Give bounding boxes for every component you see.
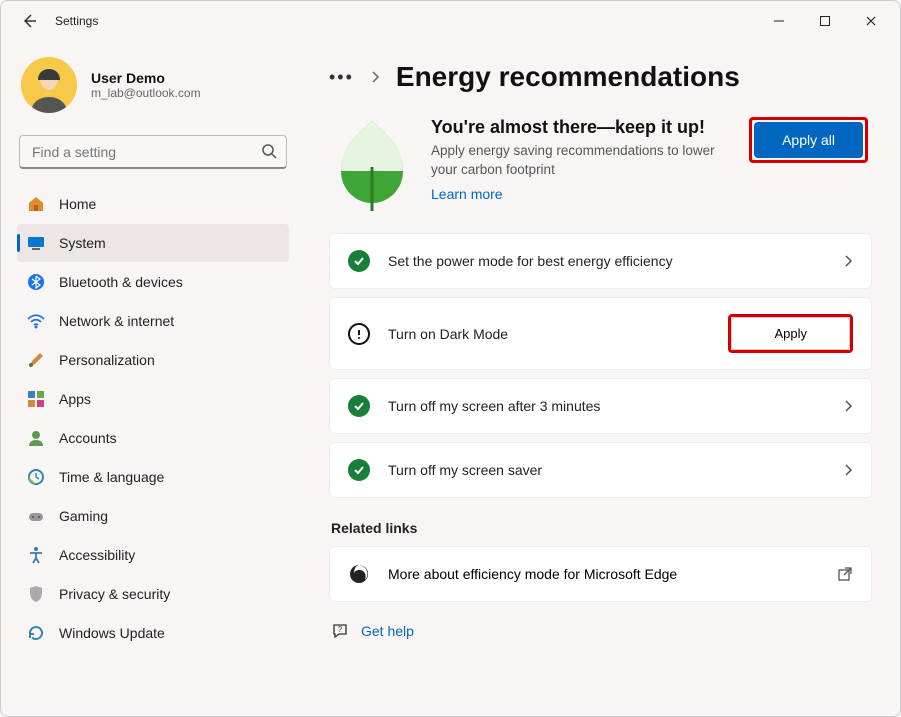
apply-button[interactable]: Apply: [731, 317, 850, 350]
hero-heading: You're almost there—keep it up!: [431, 117, 721, 138]
recommendation-card[interactable]: Set the power mode for best energy effic…: [329, 233, 872, 289]
nav-label: Apps: [59, 391, 91, 407]
hero-banner: You're almost there—keep it up! Apply en…: [329, 107, 872, 233]
clock-icon: [27, 468, 45, 486]
window-title: Settings: [55, 14, 98, 28]
sidebar-item-bluetooth[interactable]: Bluetooth & devices: [17, 263, 289, 301]
sidebar-item-gaming[interactable]: Gaming: [17, 497, 289, 535]
help-icon: ?: [331, 622, 349, 640]
nav-label: Accessibility: [59, 547, 135, 563]
sidebar: User Demo m_lab@outlook.com Home System …: [1, 41, 301, 716]
recommendation-text: Set the power mode for best energy effic…: [388, 253, 825, 269]
recommendation-card: Turn on Dark Mode Apply: [329, 297, 872, 370]
recommendation-card[interactable]: Turn off my screen after 3 minutes: [329, 378, 872, 434]
recommendation-text: Turn off my screen after 3 minutes: [388, 398, 825, 414]
recommendation-text: Turn on Dark Mode: [388, 326, 710, 342]
sidebar-item-system[interactable]: System: [17, 224, 289, 262]
system-icon: [27, 234, 45, 252]
nav-label: Personalization: [59, 352, 155, 368]
chevron-right-icon: [843, 463, 853, 477]
nav-label: Privacy & security: [59, 586, 170, 602]
recommendation-card[interactable]: Turn off my screen saver: [329, 442, 872, 498]
check-icon: [348, 395, 370, 417]
nav-list: Home System Bluetooth & devices Network …: [17, 185, 289, 652]
sidebar-item-privacy[interactable]: Privacy & security: [17, 575, 289, 613]
titlebar: Settings: [1, 1, 900, 41]
nav-label: Bluetooth & devices: [59, 274, 183, 290]
gaming-icon: [27, 507, 45, 525]
learn-more-link[interactable]: Learn more: [431, 186, 503, 202]
nav-label: Time & language: [59, 469, 164, 485]
page-title: Energy recommendations: [396, 61, 740, 93]
apply-highlight: Apply: [728, 314, 853, 353]
get-help: ? Get help: [331, 622, 872, 640]
related-link-card[interactable]: More about efficiency mode for Microsoft…: [329, 546, 872, 602]
close-button[interactable]: [848, 5, 894, 37]
window-controls: [756, 5, 894, 37]
sidebar-item-network[interactable]: Network & internet: [17, 302, 289, 340]
paintbrush-icon: [27, 351, 45, 369]
chevron-right-icon: [370, 71, 380, 83]
breadcrumb: ••• Energy recommendations: [329, 61, 872, 93]
sidebar-item-time[interactable]: Time & language: [17, 458, 289, 496]
accounts-icon: [27, 429, 45, 447]
alert-icon: [348, 323, 370, 345]
recommendation-text: Turn off my screen saver: [388, 462, 825, 478]
sidebar-item-personalization[interactable]: Personalization: [17, 341, 289, 379]
nav-label: System: [59, 235, 106, 251]
apply-all-highlight: Apply all: [749, 117, 868, 163]
minimize-button[interactable]: [756, 5, 802, 37]
breadcrumb-overflow[interactable]: •••: [329, 67, 354, 88]
check-icon: [348, 250, 370, 272]
search-input[interactable]: [19, 135, 287, 169]
avatar: [21, 57, 77, 113]
edge-icon: [348, 563, 370, 585]
back-arrow-icon: [21, 13, 37, 29]
apply-all-button[interactable]: Apply all: [754, 122, 863, 158]
nav-label: Network & internet: [59, 313, 174, 329]
nav-label: Accounts: [59, 430, 117, 446]
chevron-right-icon: [843, 254, 853, 268]
search-icon: [261, 143, 277, 159]
related-link-text: More about efficiency mode for Microsoft…: [388, 566, 677, 582]
nav-label: Windows Update: [59, 625, 165, 641]
svg-text:?: ?: [338, 625, 343, 634]
nav-label: Home: [59, 196, 96, 212]
external-link-icon: [837, 566, 853, 582]
wifi-icon: [27, 312, 45, 330]
shield-icon: [27, 585, 45, 603]
search-box: [19, 135, 287, 169]
chevron-right-icon: [843, 399, 853, 413]
nav-label: Gaming: [59, 508, 108, 524]
get-help-link[interactable]: Get help: [361, 623, 414, 639]
bluetooth-icon: [27, 273, 45, 291]
sidebar-item-accounts[interactable]: Accounts: [17, 419, 289, 457]
check-icon: [348, 459, 370, 481]
sidebar-item-home[interactable]: Home: [17, 185, 289, 223]
user-name: User Demo: [91, 70, 201, 86]
sidebar-item-update[interactable]: Windows Update: [17, 614, 289, 652]
update-icon: [27, 624, 45, 642]
accessibility-icon: [27, 546, 45, 564]
home-icon: [27, 195, 45, 213]
maximize-button[interactable]: [802, 5, 848, 37]
sidebar-item-apps[interactable]: Apps: [17, 380, 289, 418]
leaf-icon: [333, 117, 411, 213]
back-button[interactable]: [15, 13, 43, 29]
hero-body: Apply energy saving recommendations to l…: [431, 142, 721, 180]
related-heading: Related links: [331, 520, 872, 536]
user-email: m_lab@outlook.com: [91, 86, 201, 100]
apps-icon: [27, 390, 45, 408]
sidebar-item-accessibility[interactable]: Accessibility: [17, 536, 289, 574]
user-card[interactable]: User Demo m_lab@outlook.com: [17, 49, 289, 131]
main-content: ••• Energy recommendations You're almost…: [301, 41, 900, 716]
